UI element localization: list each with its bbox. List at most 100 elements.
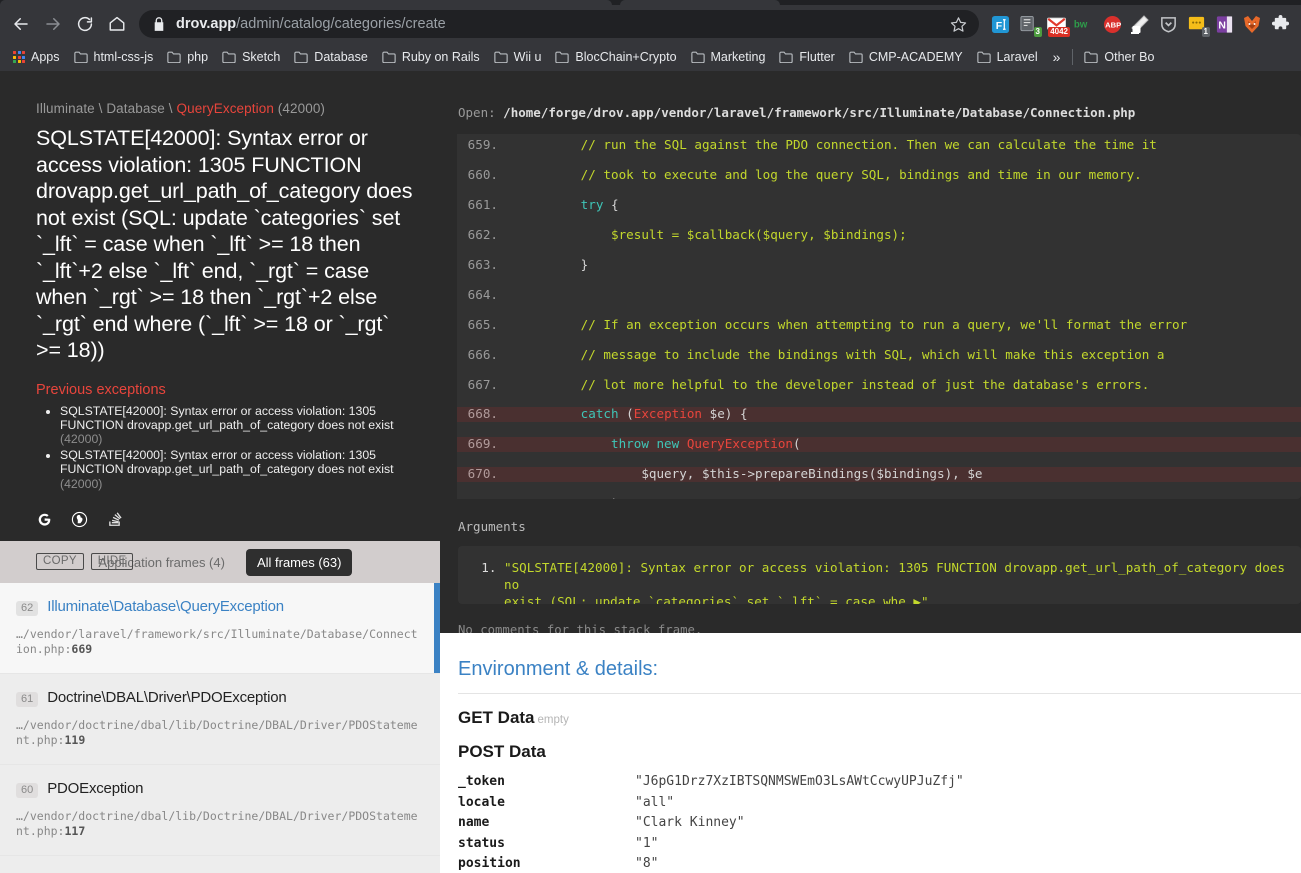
duckduckgo-search-icon[interactable] xyxy=(71,511,88,528)
bookmarks-separator xyxy=(1072,49,1074,65)
frame-header: 62 Illuminate\Database\QueryException xyxy=(16,598,422,616)
browser-tab[interactable] xyxy=(0,0,612,5)
table-row: locale "all" xyxy=(458,793,964,814)
line-number: 665. xyxy=(467,316,498,332)
table-row: name "Clark Kinney" xyxy=(458,813,964,834)
exception-namespace: Illuminate \ Database \ xyxy=(36,101,177,116)
stack-frame-59[interactable]: 59 PDOStatement execute xyxy=(0,856,440,873)
post-key: position xyxy=(458,856,521,872)
tab-strip[interactable] xyxy=(0,0,1301,5)
bookmark-label: Marketing xyxy=(710,50,766,64)
bookmark-php[interactable]: php xyxy=(160,47,215,67)
table-row: status "1" xyxy=(458,834,964,855)
bookmark-database[interactable]: Database xyxy=(287,47,375,67)
code-line-670: 670. $query, $this->prepareBindings($bin… xyxy=(452,466,1301,483)
url-path: /admin/catalog/categories/create xyxy=(236,16,446,32)
post-data-table: _token "J6pG1Drz7XzIBTSQNMSWEmO3LsAWtCcw… xyxy=(458,772,964,873)
frame-line-number: 119 xyxy=(64,733,86,747)
table-row: _token "J6pG1Drz7XzIBTSQNMSWEmO3LsAWtCcw… xyxy=(458,772,964,793)
address-bar[interactable]: drov.app/admin/catalog/categories/create xyxy=(139,10,979,38)
google-search-icon[interactable] xyxy=(36,511,53,528)
code-line-659: 659. // run the SQL against the PDO conn… xyxy=(452,137,1301,153)
hide-button[interactable]: HIDE xyxy=(90,552,134,570)
line-number: 664. xyxy=(467,286,498,302)
line-number: 662. xyxy=(467,226,498,242)
bookmark-flutter[interactable]: Flutter xyxy=(772,47,841,67)
abp-adblock-icon[interactable]: ABP xyxy=(1099,10,1125,38)
apps-grid-icon xyxy=(13,51,25,63)
frame-detail-pane: Open: /home/forge/drov.app/vendor/larave… xyxy=(440,71,1301,873)
home-button[interactable] xyxy=(102,9,132,39)
bookmark-laravel[interactable]: Laravel xyxy=(970,47,1045,67)
bookmark-label: Apps xyxy=(31,50,60,64)
extensions-tray: F 3 4042 bw ABP 1 N xyxy=(987,10,1293,38)
bookmark-star-icon[interactable] xyxy=(950,16,967,33)
bookmark-wii-u[interactable]: Wii u xyxy=(487,47,549,67)
code-line-664: 664. xyxy=(452,286,1301,303)
folder-icon xyxy=(222,51,236,63)
bookmark-label: html-css-js xyxy=(93,50,154,64)
bookmark-marketing[interactable]: Marketing xyxy=(684,47,773,67)
code-block[interactable]: 659. // run the SQL against the PDO conn… xyxy=(452,134,1301,499)
bookmark-label: Sketch xyxy=(242,50,281,64)
bookmark-ruby-on-rails[interactable]: Ruby on Rails xyxy=(375,47,487,67)
previous-exceptions-title: Previous exceptions xyxy=(36,381,166,398)
open-file-path[interactable]: /home/forge/drov.app/vendor/laravel/fram… xyxy=(503,105,1135,120)
bookmark-sketch[interactable]: Sketch xyxy=(215,47,287,67)
stack-frame-60[interactable]: 60 PDOException …/vendor/doctrine/dbal/l… xyxy=(0,765,440,856)
back-button[interactable] xyxy=(6,9,36,39)
exception-header: Illuminate \ Database \ QueryException (… xyxy=(0,71,440,570)
copy-button[interactable]: COPY xyxy=(36,552,84,570)
onenote-icon[interactable]: N xyxy=(1211,10,1237,38)
line-number: 663. xyxy=(467,256,498,272)
stack-frame-61[interactable]: 61 Doctrine\DBAL\Driver\PDOException …/v… xyxy=(0,674,440,765)
bookmark-label: Flutter xyxy=(799,50,835,64)
previous-exception-text: SQLSTATE[42000]: Syntax error or access … xyxy=(60,448,394,477)
bookmarks-overflow-button[interactable]: » xyxy=(1045,47,1069,67)
code-line-668: 668. catch (Exception $e) { xyxy=(452,406,1301,423)
shield-privacy-icon[interactable] xyxy=(1155,10,1181,38)
gmail-badge: 4042 xyxy=(1048,27,1070,37)
stack-frame-62[interactable]: 62 Illuminate\Database\QueryException …/… xyxy=(0,583,440,674)
bookmark-label: Other Bo xyxy=(1104,50,1155,64)
frame-name: PDOException xyxy=(47,780,144,797)
frame-number: 62 xyxy=(16,601,39,616)
puzzle-extensions-icon[interactable] xyxy=(1267,10,1293,38)
marker-highlighter-icon[interactable] xyxy=(1127,10,1153,38)
url-text[interactable]: drov.app/admin/catalog/categories/create xyxy=(176,10,942,38)
bookmark-other-bookmarks[interactable]: Other Bo xyxy=(1077,47,1161,67)
bookmark-label: Wii u xyxy=(513,50,542,64)
bookmark-apps[interactable]: Apps xyxy=(6,47,67,67)
bookmark-blocchain-crypto[interactable]: BlocChain+Crypto xyxy=(548,47,683,67)
search-links xyxy=(36,511,418,528)
sticky-note-icon[interactable]: 1 xyxy=(1183,10,1210,38)
gmail-checker-icon[interactable]: 4042 xyxy=(1043,10,1070,38)
list-item: SQLSTATE[42000]: Syntax error or access … xyxy=(60,448,418,491)
browser-tab[interactable] xyxy=(620,0,780,5)
stack-frames-list[interactable]: 62 Illuminate\Database\QueryException …/… xyxy=(0,583,440,873)
folder-icon xyxy=(976,51,991,63)
fi-extension-icon[interactable]: F xyxy=(987,10,1013,38)
bw-bitwarden-icon[interactable]: bw xyxy=(1071,10,1097,38)
code-line-663: 663. } xyxy=(452,256,1301,273)
reload-button[interactable] xyxy=(70,9,100,39)
browser-toolbar: drov.app/admin/catalog/categories/create… xyxy=(0,5,1301,43)
previous-exception-code: (42000) xyxy=(60,476,103,491)
stackoverflow-search-icon[interactable] xyxy=(106,511,123,528)
line-number: 667. xyxy=(467,376,498,392)
post-value: "all" xyxy=(635,794,675,810)
frame-name: Doctrine\DBAL\Driver\PDOException xyxy=(47,689,287,706)
frame-line-number: 669 xyxy=(71,642,93,656)
forward-button[interactable] xyxy=(38,9,68,39)
bookmark-html-css-js[interactable]: html-css-js xyxy=(67,47,161,67)
line-number: 660. xyxy=(467,166,498,182)
svg-text:N: N xyxy=(1218,20,1226,31)
frame-name: Illuminate\Database\QueryException xyxy=(47,598,284,615)
code-line-665: 665. // If an exception occurs when atte… xyxy=(452,316,1301,333)
post-value: "1" xyxy=(635,835,659,851)
post-value: "8" xyxy=(635,856,659,872)
fox-extension-icon[interactable] xyxy=(1239,10,1265,38)
notes-extension-icon[interactable]: 3 xyxy=(1015,10,1042,38)
bookmark-cmp-academy[interactable]: CMP-ACADEMY xyxy=(842,47,970,67)
folder-icon xyxy=(73,51,88,63)
